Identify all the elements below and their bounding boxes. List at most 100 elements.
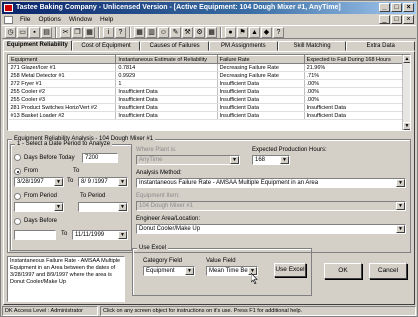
- flag-icon[interactable]: ⚑: [237, 26, 248, 38]
- question-icon[interactable]: ?: [115, 26, 126, 38]
- expected-hours-select[interactable]: 168 ▼: [252, 155, 290, 165]
- mdi-minimize-button[interactable]: _: [379, 15, 390, 24]
- help-icon[interactable]: ?: [273, 26, 284, 38]
- to-label: To: [73, 168, 80, 174]
- info-icon[interactable]: i: [103, 26, 114, 38]
- tag-icon[interactable]: ◆: [261, 26, 272, 38]
- table-row[interactable]: 255 Cooler #3 Insufficient Data Insufficie…: [8, 95, 410, 104]
- status-hint: Click on any screen object for instructi…: [100, 306, 416, 316]
- category-field-select[interactable]: Equipment ▼: [143, 266, 195, 276]
- days-before-label: Days Before: [24, 218, 58, 224]
- category-field-value: Equipment: [146, 268, 175, 274]
- wrench-icon[interactable]: ✎: [170, 26, 181, 38]
- people-icon[interactable]: ☺: [158, 26, 169, 38]
- table-row[interactable]: #13 Basket Loader #2 Insufficient Data Ins…: [8, 111, 410, 120]
- table-row[interactable]: 255 Cooler #2 Insufficient Data Insufficie…: [8, 87, 410, 96]
- table-row[interactable]: 271 Glazer/Icer #1 0.7814 Decreasing Failu…: [8, 63, 410, 72]
- menu-file[interactable]: File: [16, 15, 34, 25]
- copy-icon[interactable]: ❐: [72, 26, 83, 38]
- document-icon[interactable]: [4, 15, 13, 24]
- menu-options[interactable]: Options: [34, 15, 64, 25]
- category-field-label: Category Field: [143, 258, 183, 264]
- days-before-input[interactable]: [14, 230, 56, 240]
- description-box: Instantaneous Failure Rate - AMSAA Multi…: [7, 256, 125, 302]
- scroll-down-icon[interactable]: ▼: [403, 122, 410, 130]
- chevron-down-icon[interactable]: ▼: [118, 203, 127, 211]
- stop-icon[interactable]: ●: [225, 26, 236, 38]
- title-bar: Tastee Baking Company - Unlicensed Versi…: [2, 2, 416, 14]
- table-cell: 271 Glazer/Icer #1: [8, 63, 117, 72]
- chevron-down-icon[interactable]: ▼: [185, 267, 194, 275]
- mouse-cursor-icon: [251, 273, 258, 284]
- tab-strip: Equipment Reliability Cost of Equipment …: [3, 40, 416, 51]
- chevron-down-icon[interactable]: ▼: [396, 225, 405, 233]
- print-icon[interactable]: ▤: [41, 26, 52, 38]
- grid-scrollbar[interactable]: ▲ ▼: [402, 55, 410, 130]
- days-before-today-input[interactable]: 7200: [82, 153, 118, 163]
- use-excel-button[interactable]: Use Excel: [274, 263, 306, 277]
- days-before-date-value: 11/11/1999: [75, 232, 105, 238]
- table-row[interactable]: 272 Fryer #1 1 Insufficient Data .00%: [8, 79, 410, 88]
- clock-icon[interactable]: ◷: [5, 26, 16, 38]
- excel-group-title: Use Excel: [137, 245, 169, 252]
- table-cell: Insufficient Data: [217, 87, 305, 96]
- tab-extra-data[interactable]: Extra Data: [346, 41, 416, 51]
- minimize-button[interactable]: _: [379, 3, 390, 12]
- table-row[interactable]: 281 Product Switches Horiz/Vert #2 Insuff…: [8, 103, 410, 112]
- from-to-radio[interactable]: [14, 168, 21, 175]
- days-before-date-picker[interactable]: 11/11/1999 ▼: [72, 230, 128, 240]
- save-icon[interactable]: ▪: [29, 26, 40, 38]
- app-window: Tastee Baking Company - Unlicensed Versi…: [0, 0, 418, 317]
- warning-icon[interactable]: ▲: [249, 26, 260, 38]
- table-row[interactable]: 258 Metal Detector #1 0.9929 Decreasing Fa…: [8, 71, 410, 80]
- gear-icon[interactable]: ⚙: [194, 26, 205, 38]
- to-date-picker[interactable]: 8/ 9 /1997 ▼: [78, 177, 128, 187]
- chevron-down-icon[interactable]: ▼: [118, 231, 127, 239]
- mdi-close-button[interactable]: ×: [403, 15, 414, 24]
- paste-icon[interactable]: ▦: [84, 26, 95, 38]
- from-date-picker[interactable]: 3/28/1997 ▼: [14, 177, 64, 187]
- open-folder-icon[interactable]: ▭: [17, 26, 28, 38]
- chevron-down-icon[interactable]: ▼: [54, 178, 63, 186]
- to-period-select[interactable]: ▼: [78, 202, 128, 212]
- method-select[interactable]: Instantaneous Failure Rate - AMSAA Multi…: [136, 178, 406, 188]
- chart-icon[interactable]: ▥: [146, 26, 157, 38]
- column-header[interactable]: Failure Rate: [216, 55, 305, 64]
- table-cell: .00%: [304, 79, 410, 88]
- tab-equipment-reliability[interactable]: Equipment Reliability: [3, 40, 72, 51]
- chevron-down-icon[interactable]: ▼: [118, 178, 127, 186]
- from-period-select[interactable]: ▼: [14, 202, 64, 212]
- reliability-grid[interactable]: Equipment Instantaneous Estimate of Reli…: [7, 54, 411, 131]
- days-before-today-radio[interactable]: [14, 154, 21, 161]
- tab-pm-assignments[interactable]: PM Assignments: [209, 41, 278, 51]
- ok-button[interactable]: OK: [324, 263, 362, 279]
- cancel-button[interactable]: Cancel: [369, 263, 407, 279]
- grid-icon[interactable]: ▦: [134, 26, 145, 38]
- menu-window[interactable]: Window: [65, 15, 96, 25]
- toolbar: ◷ ▭ ▪ ▤ ✂ ❐ ▦ i? ▦ ▥ ☺ ✎ ⚒ ⚙ ▦ ● ⚑ ▲ ◆?: [2, 25, 416, 39]
- cut-icon[interactable]: ✂: [60, 26, 71, 38]
- chevron-down-icon[interactable]: ▼: [396, 179, 405, 187]
- from-period-radio[interactable]: [14, 193, 21, 200]
- table-cell: 281 Product Switches Horiz/Vert #2: [8, 103, 117, 112]
- column-header[interactable]: Equipment: [8, 55, 117, 64]
- menu-help[interactable]: Help: [96, 15, 117, 25]
- tab-skill-matching[interactable]: Skill Matching: [277, 41, 347, 51]
- close-button[interactable]: ×: [403, 3, 414, 12]
- column-header[interactable]: Expected to Fail During 168 Hours: [303, 55, 410, 64]
- scroll-up-icon[interactable]: ▲: [403, 55, 410, 63]
- chevron-down-icon[interactable]: ▼: [54, 203, 63, 211]
- mdi-restore-button[interactable]: □: [391, 15, 402, 24]
- chevron-down-icon[interactable]: ▼: [280, 156, 289, 164]
- table-cell: Insufficient Data: [115, 95, 218, 104]
- column-header[interactable]: Instantaneous Estimate of Reliability: [115, 55, 218, 64]
- tab-causes-of-failures[interactable]: Causes of Failures: [140, 41, 210, 51]
- table-cell: Insufficient Data: [115, 111, 218, 120]
- calendar-icon[interactable]: ▦: [206, 26, 217, 38]
- maximize-button[interactable]: □: [391, 3, 402, 12]
- engineer-select[interactable]: Donut Cooler/Make Up ▼: [136, 224, 406, 234]
- days-before-radio[interactable]: [14, 218, 21, 225]
- from-label: From: [24, 168, 38, 174]
- tab-cost-of-equipment[interactable]: Cost of Equipment: [71, 41, 141, 51]
- tools-icon[interactable]: ⚒: [182, 26, 193, 38]
